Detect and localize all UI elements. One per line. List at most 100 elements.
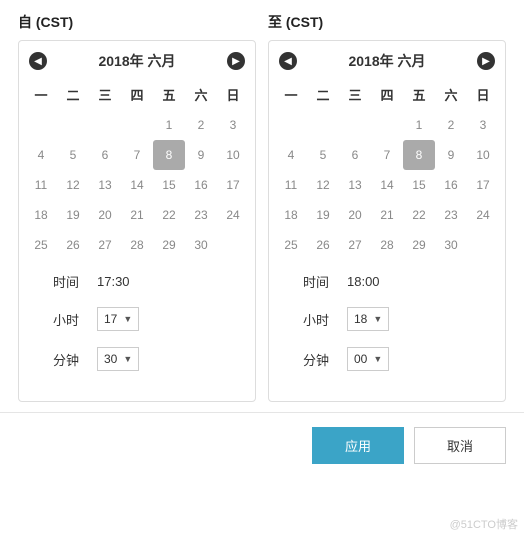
day-cell[interactable]: 3 — [217, 110, 249, 140]
day-cell[interactable]: 17 — [467, 170, 499, 200]
day-cell[interactable]: 29 — [153, 230, 185, 260]
day-cell[interactable]: 15 — [153, 170, 185, 200]
day-cell[interactable]: 11 — [25, 170, 57, 200]
to-panel: 至 (CST) ◀ 2018年 六月 ▶ 一二三四五六日 12345678910… — [268, 12, 506, 402]
day-cell-empty — [89, 110, 121, 140]
day-cell-empty — [25, 110, 57, 140]
day-cell[interactable]: 8 — [403, 140, 435, 170]
day-cell[interactable]: 3 — [467, 110, 499, 140]
day-cell[interactable]: 13 — [339, 170, 371, 200]
day-cell[interactable]: 7 — [371, 140, 403, 170]
dow-header: 六 — [185, 79, 217, 110]
day-cell[interactable]: 24 — [217, 200, 249, 230]
day-cell[interactable]: 14 — [371, 170, 403, 200]
day-cell[interactable]: 27 — [89, 230, 121, 260]
day-cell[interactable]: 4 — [25, 140, 57, 170]
day-cell[interactable]: 9 — [185, 140, 217, 170]
dow-header: 六 — [435, 79, 467, 110]
from-time-label: 时间 — [53, 272, 83, 291]
day-cell-empty — [339, 110, 371, 140]
from-time-value: 17:30 — [97, 274, 130, 289]
dow-header: 二 — [57, 79, 89, 110]
chevron-down-icon: ▼ — [373, 354, 382, 364]
day-cell[interactable]: 7 — [121, 140, 153, 170]
day-cell[interactable]: 6 — [89, 140, 121, 170]
chevron-down-icon: ▼ — [373, 314, 382, 324]
day-cell[interactable]: 15 — [403, 170, 435, 200]
watermark: @51CTO博客 — [450, 516, 518, 532]
dow-header: 五 — [153, 79, 185, 110]
day-cell-empty — [57, 110, 89, 140]
day-cell[interactable]: 26 — [57, 230, 89, 260]
chevron-down-icon: ▼ — [123, 354, 132, 364]
day-cell[interactable]: 2 — [435, 110, 467, 140]
day-cell[interactable]: 6 — [339, 140, 371, 170]
day-cell[interactable]: 11 — [275, 170, 307, 200]
day-cell[interactable]: 1 — [403, 110, 435, 140]
from-prev-month-button[interactable]: ◀ — [29, 52, 47, 70]
day-cell[interactable]: 27 — [339, 230, 371, 260]
day-cell[interactable]: 9 — [435, 140, 467, 170]
to-time-label: 时间 — [303, 272, 333, 291]
day-cell[interactable]: 21 — [121, 200, 153, 230]
to-minute-value: 00 — [354, 352, 367, 366]
from-hour-value: 17 — [104, 312, 117, 326]
day-cell[interactable]: 20 — [339, 200, 371, 230]
day-cell[interactable]: 10 — [217, 140, 249, 170]
day-cell[interactable]: 22 — [153, 200, 185, 230]
day-cell[interactable]: 16 — [435, 170, 467, 200]
day-cell[interactable]: 25 — [25, 230, 57, 260]
to-hour-select[interactable]: 18 ▼ — [347, 307, 389, 331]
day-cell[interactable]: 5 — [57, 140, 89, 170]
day-cell[interactable]: 17 — [217, 170, 249, 200]
dow-header: 一 — [275, 79, 307, 110]
to-minute-select[interactable]: 00 ▼ — [347, 347, 389, 371]
to-next-month-button[interactable]: ▶ — [477, 52, 495, 70]
day-cell[interactable]: 30 — [435, 230, 467, 260]
from-next-month-button[interactable]: ▶ — [227, 52, 245, 70]
day-cell[interactable]: 2 — [185, 110, 217, 140]
day-cell[interactable]: 8 — [153, 140, 185, 170]
day-cell[interactable]: 14 — [121, 170, 153, 200]
day-cell-empty — [121, 110, 153, 140]
day-cell[interactable]: 1 — [153, 110, 185, 140]
to-hour-value: 18 — [354, 312, 367, 326]
to-hour-label: 小时 — [303, 310, 333, 329]
apply-button[interactable]: 应用 — [312, 427, 404, 464]
day-cell[interactable]: 18 — [25, 200, 57, 230]
day-cell[interactable]: 19 — [57, 200, 89, 230]
day-cell[interactable]: 23 — [185, 200, 217, 230]
day-cell[interactable]: 28 — [371, 230, 403, 260]
day-cell[interactable]: 20 — [89, 200, 121, 230]
day-cell[interactable]: 13 — [89, 170, 121, 200]
from-panel: 自 (CST) ◀ 2018年 六月 ▶ 一二三四五六日 12345678910… — [18, 12, 256, 402]
day-cell[interactable]: 16 — [185, 170, 217, 200]
to-minute-label: 分钟 — [303, 350, 333, 369]
day-cell[interactable]: 22 — [403, 200, 435, 230]
day-cell[interactable]: 24 — [467, 200, 499, 230]
day-cell[interactable]: 12 — [57, 170, 89, 200]
from-minute-select[interactable]: 30 ▼ — [97, 347, 139, 371]
from-hour-select[interactable]: 17 ▼ — [97, 307, 139, 331]
from-calendar: ◀ 2018年 六月 ▶ 一二三四五六日 1234567891011121314… — [18, 40, 256, 402]
from-minute-label: 分钟 — [53, 350, 83, 369]
day-cell[interactable]: 28 — [121, 230, 153, 260]
to-time-value: 18:00 — [347, 274, 380, 289]
day-cell[interactable]: 29 — [403, 230, 435, 260]
day-cell[interactable]: 21 — [371, 200, 403, 230]
day-cell[interactable]: 4 — [275, 140, 307, 170]
day-cell[interactable]: 5 — [307, 140, 339, 170]
cancel-button[interactable]: 取消 — [414, 427, 506, 464]
day-cell[interactable]: 18 — [275, 200, 307, 230]
from-title: 自 (CST) — [18, 12, 256, 32]
day-cell[interactable]: 25 — [275, 230, 307, 260]
day-cell[interactable]: 10 — [467, 140, 499, 170]
dow-header: 日 — [217, 79, 249, 110]
to-prev-month-button[interactable]: ◀ — [279, 52, 297, 70]
day-cell[interactable]: 19 — [307, 200, 339, 230]
day-cell[interactable]: 30 — [185, 230, 217, 260]
dow-header: 二 — [307, 79, 339, 110]
day-cell[interactable]: 26 — [307, 230, 339, 260]
day-cell[interactable]: 12 — [307, 170, 339, 200]
day-cell[interactable]: 23 — [435, 200, 467, 230]
